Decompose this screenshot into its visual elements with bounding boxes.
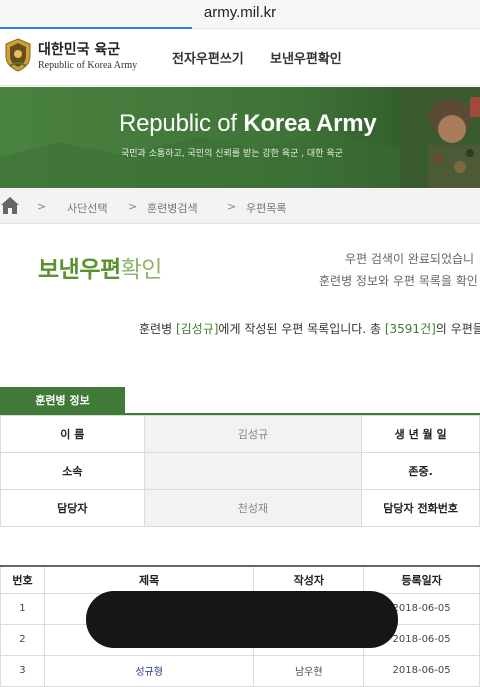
- logo-korean-text[interactable]: 대한민국 육군: [38, 39, 120, 59]
- row-number: 3: [0, 654, 45, 687]
- page-title-bold: 보낸우편: [38, 257, 121, 283]
- info-row-manager: 담당자 천성재 담당자 전화번호: [0, 489, 480, 527]
- breadcrumb-item-search[interactable]: 훈련병검색: [147, 200, 198, 216]
- page-title-light: 확인: [120, 257, 163, 283]
- url-text[interactable]: army.mil.kr: [0, 4, 480, 21]
- summary-middle: 에게 작성된 우편 목록입니다. 총: [218, 322, 385, 336]
- redaction-overlay: [86, 591, 398, 648]
- nav-write-letter[interactable]: 전자우편쓰기: [172, 48, 244, 67]
- info-row-unit: 소속 존중.: [0, 452, 480, 490]
- breadcrumb-separator: >: [37, 200, 47, 213]
- banner-subtitle: 국민과 소통하고, 국민의 신뢰를 받는 강한 육군 , 대한 육군: [121, 149, 343, 159]
- row-title[interactable]: 성규형: [43, 654, 255, 687]
- nav-check-sent[interactable]: 보낸우편확인: [270, 48, 342, 67]
- breadcrumb-item-list[interactable]: 우편목록: [246, 200, 286, 216]
- banner-title-part1: Republic of: [119, 110, 244, 137]
- row-number: 1: [0, 592, 45, 625]
- header-writer: 작성자: [253, 565, 365, 594]
- banner-title: Republic of Korea Army: [119, 110, 377, 138]
- soldier-image: [400, 87, 480, 188]
- army-emblem-icon[interactable]: [4, 38, 32, 72]
- browser-url-bar[interactable]: army.mil.kr: [0, 0, 480, 29]
- table-row[interactable]: 3 성규형 남우현 2018-06-05: [0, 654, 480, 687]
- page-load-progress: [0, 27, 192, 29]
- header-date: 등록일자: [363, 565, 480, 594]
- tab-trainee-info[interactable]: 훈련병 정보: [0, 387, 125, 414]
- check-info-notice: 훈련병 정보와 우편 목록을 확인: [319, 274, 478, 288]
- name-value: 김성규: [143, 415, 363, 453]
- summary-prefix: 훈련병: [139, 322, 176, 336]
- home-icon[interactable]: [0, 195, 20, 215]
- row-title-link[interactable]: 성규형: [135, 667, 163, 678]
- site-header: 대한민국 육군 Republic of Korea Army 전자우편쓰기 보낸…: [0, 30, 480, 86]
- letter-summary: 훈련병 [김성규]에게 작성된 우편 목록입니다. 총 [3591건]의 우편들: [139, 320, 480, 337]
- summary-letter-count: [3591건]: [384, 322, 436, 336]
- list-header-row: 번호 제목 작성자 등록일자: [0, 565, 480, 594]
- hero-banner: Republic of Korea Army 국민과 소통하고, 국민의 신뢰를…: [0, 87, 480, 188]
- logo-english-text[interactable]: Republic of Korea Army: [38, 60, 137, 71]
- summary-trainee-name: [김성규]: [175, 322, 219, 336]
- page-title: 보낸우편확인: [38, 250, 162, 284]
- unit-label: 소속: [0, 452, 145, 490]
- banner-title-part2: Korea Army: [243, 110, 377, 137]
- summary-suffix: 의 우편들: [435, 322, 480, 336]
- trainee-info-table: 이 름 김성규 생 년 월 일 소속 존중. 담당자 천성재 담당자 전화번호: [0, 415, 480, 527]
- breadcrumb: > 사단선택 > 훈련병검색 > 우편목록: [0, 189, 480, 224]
- unit-value: [143, 452, 363, 490]
- manager-label: 담당자: [0, 489, 145, 527]
- row-date: 2018-06-05: [363, 654, 480, 687]
- info-row-name: 이 름 김성규 생 년 월 일: [0, 415, 480, 453]
- unit-extra: 존중.: [361, 452, 480, 490]
- row-writer: 남우현: [253, 654, 365, 687]
- breadcrumb-separator: >: [227, 200, 237, 213]
- birth-label: 생 년 월 일: [361, 415, 480, 453]
- header-number: 번호: [0, 565, 45, 594]
- manager-phone-label: 담당자 전화번호: [361, 489, 480, 527]
- name-label: 이 름: [0, 415, 145, 453]
- row-number: 2: [0, 623, 45, 656]
- breadcrumb-separator: >: [128, 200, 138, 213]
- header-title: 제목: [43, 565, 255, 594]
- manager-value: 천성재: [143, 489, 363, 527]
- breadcrumb-item-division[interactable]: 사단선택: [67, 200, 107, 216]
- search-complete-notice: 우편 검색이 완료되었습니: [345, 252, 475, 266]
